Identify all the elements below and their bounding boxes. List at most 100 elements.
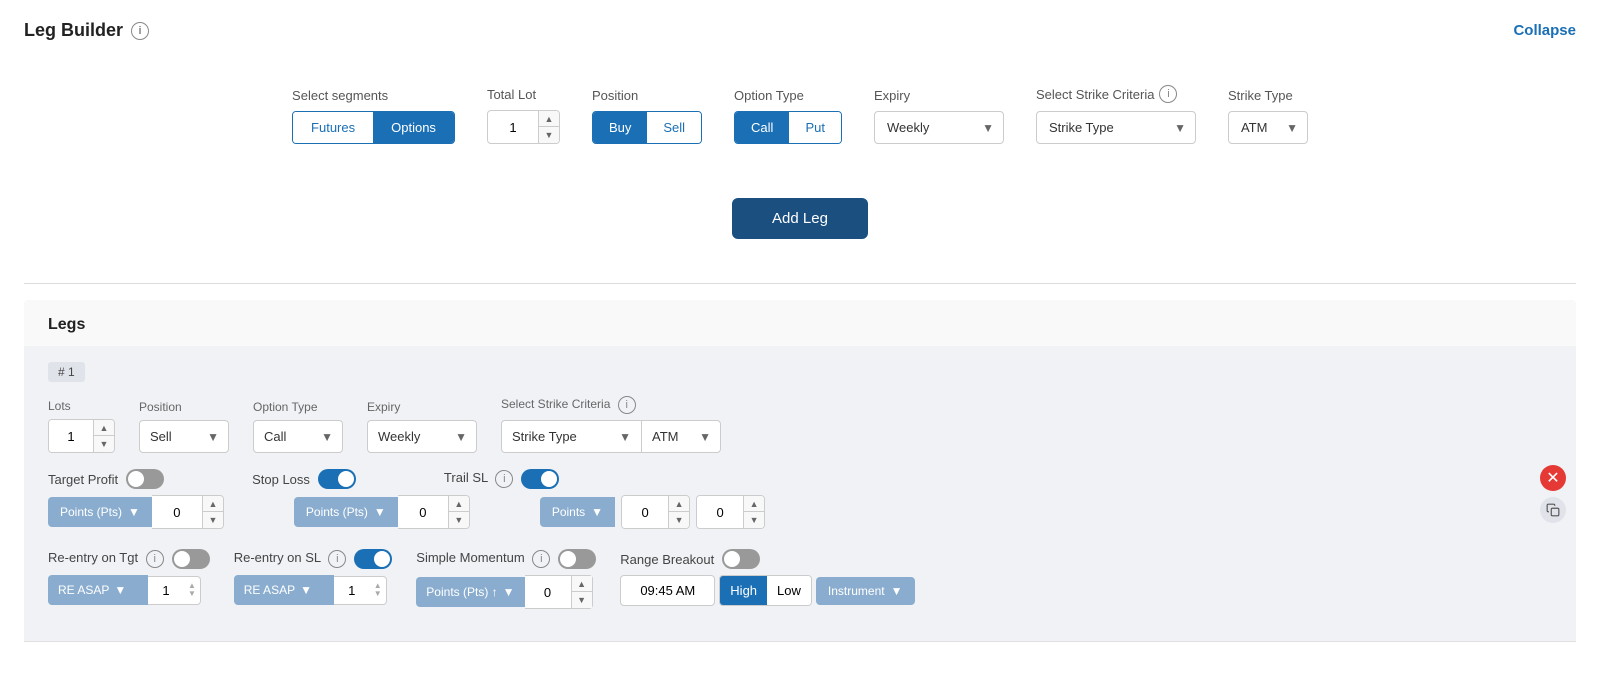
leg-option-type-select-wrap: Call Put ▼	[253, 420, 343, 453]
reentry-sl-num-input[interactable]	[334, 577, 370, 604]
momentum-input[interactable]	[525, 579, 571, 606]
leg-row-1: # 1 Lots ▲ ▼ Position	[24, 346, 1576, 642]
simple-momentum-info-icon[interactable]: i	[532, 550, 550, 568]
total-lot-input[interactable]	[488, 114, 538, 141]
segment-toggle: Futures Options	[292, 111, 455, 144]
strike-criteria-select[interactable]: Strike Type	[1036, 111, 1196, 144]
trail-stepper-2: ▲ ▼	[743, 496, 764, 528]
reentry-tgt-thumb	[174, 551, 190, 567]
trail-input-1[interactable]	[622, 496, 668, 528]
strike-criteria-field: Select Strike Criteria i Strike Type ▼	[1036, 85, 1196, 144]
trail-up-2-button[interactable]: ▲	[744, 496, 764, 512]
lot-down-button[interactable]: ▼	[539, 127, 559, 143]
simple-momentum-thumb	[560, 551, 576, 567]
copy-leg-button[interactable]	[1540, 497, 1566, 523]
momentum-pts-button[interactable]: Points (Pts) ↑ ▼	[416, 577, 524, 607]
stop-loss-input[interactable]	[398, 496, 448, 528]
trail-sl-info-icon[interactable]: i	[495, 470, 513, 488]
call-button[interactable]: Call	[735, 112, 789, 143]
trail-down-1-button[interactable]: ▼	[669, 512, 689, 528]
leg-option-type-select[interactable]: Call Put	[253, 420, 343, 453]
simple-momentum-toggle[interactable]	[558, 549, 596, 569]
leg-controls-row: Lots ▲ ▼ Position Sell	[48, 396, 1552, 453]
reentry-sl-info-icon[interactable]: i	[328, 550, 346, 568]
stop-loss-group: Stop Loss	[252, 469, 356, 489]
stop-loss-toggle[interactable]	[318, 469, 356, 489]
target-profit-input[interactable]	[152, 496, 202, 528]
leg-expiry-field: Expiry Weekly Monthly ▼	[367, 400, 477, 453]
leg-option-type-field: Option Type Call Put ▼	[253, 400, 343, 453]
lot-stepper: ▲ ▼	[538, 111, 559, 143]
high-button[interactable]: High	[720, 576, 767, 605]
reentry-sl-label: Re-entry on SL i	[234, 550, 347, 568]
leg-lots-stepper: ▲ ▼	[93, 420, 114, 452]
momentum-up-button[interactable]: ▲	[572, 576, 592, 592]
option-type-field: Option Type Call Put	[734, 88, 842, 144]
trail-sl-group: Trail SL i	[444, 469, 559, 489]
buy-button[interactable]: Buy	[593, 112, 647, 143]
simple-momentum-label-text: Simple Momentum	[416, 550, 524, 565]
target-profit-points-group: Points (Pts) ▼ ▲ ▼	[48, 495, 224, 529]
range-time-input[interactable]	[620, 575, 715, 606]
reentry-sl-reasap-button[interactable]: RE ASAP ▼	[234, 575, 334, 605]
segments-field: Select segments Futures Options	[292, 88, 455, 144]
momentum-down-button[interactable]: ▼	[572, 592, 592, 608]
expiry-select[interactable]: Weekly Monthly	[874, 111, 1004, 144]
trail-sl-points-button[interactable]: Points ▼	[540, 497, 615, 527]
stop-loss-points-label: Points (Pts)	[306, 505, 368, 519]
leg-strike-criteria-info-icon[interactable]: i	[618, 396, 636, 414]
leg-strike-criteria-label-text: Select Strike Criteria	[501, 397, 610, 411]
momentum-pts-label: Points (Pts) ↑	[426, 585, 497, 599]
sell-button[interactable]: Sell	[647, 112, 701, 143]
trail-sl-points-label: Points	[552, 505, 585, 519]
atm-select-wrap: ATM ITM OTM ▼	[1228, 111, 1308, 144]
legs-title: Legs	[24, 316, 1576, 346]
range-breakout-toggle[interactable]	[722, 549, 760, 569]
stop-loss-up-button[interactable]: ▲	[449, 496, 469, 512]
leg-lots-up-button[interactable]: ▲	[94, 420, 114, 436]
leg-lots-input[interactable]	[49, 420, 93, 452]
futures-button[interactable]: Futures	[293, 112, 373, 143]
reentry-tgt-num-input[interactable]	[148, 577, 184, 604]
trail-sl-thumb	[541, 471, 557, 487]
leg-atm-select[interactable]: ATM ITM OTM	[641, 420, 721, 453]
trail-down-2-button[interactable]: ▼	[744, 512, 764, 528]
leg-position-select[interactable]: Sell Buy	[139, 420, 229, 453]
reentry-sl-toggle[interactable]	[354, 549, 392, 569]
options-button[interactable]: Options	[373, 112, 454, 143]
reentry-sl-num-wrap: ▲▼	[334, 576, 387, 605]
instrument-button[interactable]: Instrument ▼	[816, 577, 915, 605]
builder-section: Select segments Futures Options Total Lo…	[24, 65, 1576, 164]
reentry-tgt-toggle[interactable]	[172, 549, 210, 569]
target-profit-down-button[interactable]: ▼	[203, 512, 223, 528]
put-button[interactable]: Put	[789, 112, 841, 143]
target-profit-up-button[interactable]: ▲	[203, 496, 223, 512]
reentry-tgt-info-icon[interactable]: i	[146, 550, 164, 568]
reentry-tgt-reasap-button[interactable]: RE ASAP ▼	[48, 575, 148, 605]
lot-up-button[interactable]: ▲	[539, 111, 559, 127]
stop-loss-points-button[interactable]: Points (Pts) ▼	[294, 497, 398, 527]
add-leg-button[interactable]: Add Leg	[732, 198, 868, 239]
stop-loss-label: Stop Loss	[252, 472, 310, 487]
low-button[interactable]: Low	[767, 576, 811, 605]
trail-input-1-wrap: ▲ ▼	[621, 495, 690, 529]
trail-input-2[interactable]	[697, 496, 743, 528]
title-info-icon[interactable]: i	[131, 22, 149, 40]
leg-position-label: Position	[139, 400, 229, 414]
stop-loss-down-button[interactable]: ▼	[449, 512, 469, 528]
target-profit-thumb	[128, 471, 144, 487]
atm-select[interactable]: ATM ITM OTM	[1228, 111, 1308, 144]
trail-sl-toggle[interactable]	[521, 469, 559, 489]
leg-lots-down-button[interactable]: ▼	[94, 436, 114, 452]
leg-strike-criteria-label: Select Strike Criteria i	[501, 396, 721, 414]
leg-strike-type-select[interactable]: Strike Type	[501, 420, 641, 453]
leg-expiry-select[interactable]: Weekly Monthly	[367, 420, 477, 453]
strike-criteria-info-icon[interactable]: i	[1159, 85, 1177, 103]
collapse-button[interactable]: Collapse	[1513, 22, 1576, 39]
trail-up-1-button[interactable]: ▲	[669, 496, 689, 512]
trail-stepper-1: ▲ ▼	[668, 496, 689, 528]
target-profit-toggle[interactable]	[126, 469, 164, 489]
delete-leg-button[interactable]: ✕	[1540, 465, 1566, 491]
target-profit-points-button[interactable]: Points (Pts) ▼	[48, 497, 152, 527]
momentum-input-wrap: ▲ ▼	[525, 575, 593, 609]
